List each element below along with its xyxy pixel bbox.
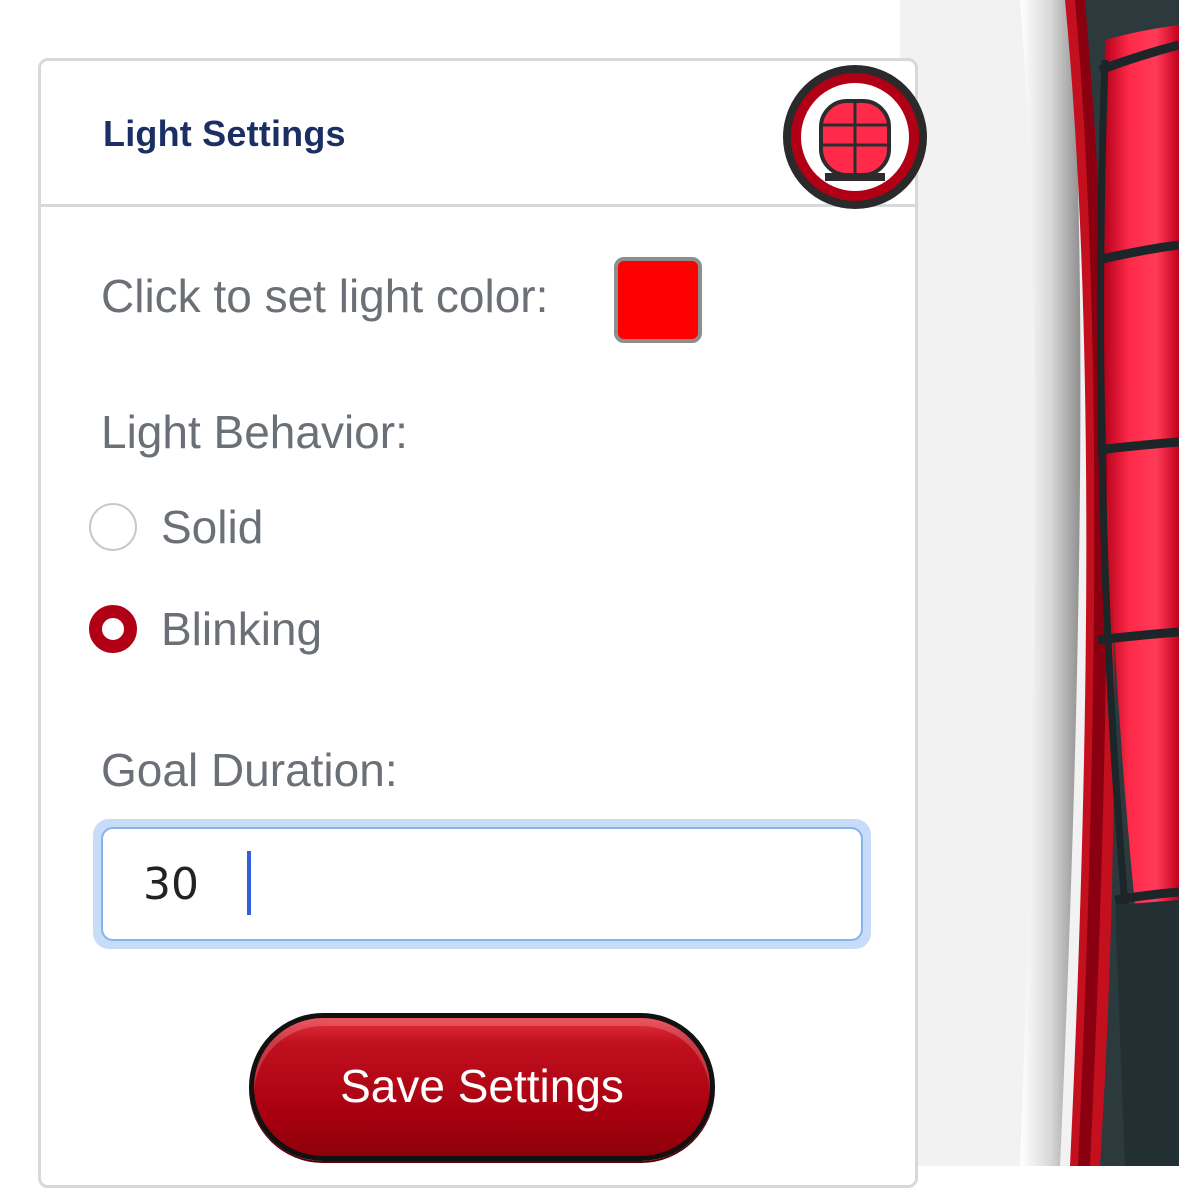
light-color-label: Click to set light color: xyxy=(101,270,549,322)
page-title: Light Settings xyxy=(103,113,346,154)
light-color-swatch[interactable] xyxy=(614,257,702,343)
goal-duration-label: Goal Duration: xyxy=(101,744,398,796)
behavior-option-label: Blinking xyxy=(161,603,323,655)
save-settings-button[interactable]: Save Settings xyxy=(249,1013,715,1161)
settings-card: Light Settings Click to set light color:… xyxy=(38,58,927,1188)
goal-duration-input[interactable] xyxy=(101,827,863,941)
behavior-option-label: Solid xyxy=(161,501,264,553)
goal-duration-focus-ring xyxy=(93,819,871,949)
radio-unchecked-icon[interactable] xyxy=(89,503,137,551)
goal-light-icon xyxy=(779,61,931,213)
behavior-option-blinking[interactable]: Blinking xyxy=(89,599,489,659)
text-caret xyxy=(247,851,251,915)
goal-light-background xyxy=(900,0,1179,1166)
radio-checked-icon[interactable] xyxy=(89,605,137,653)
behavior-option-solid[interactable]: Solid xyxy=(89,497,489,557)
light-behavior-label: Light Behavior: xyxy=(101,406,408,458)
